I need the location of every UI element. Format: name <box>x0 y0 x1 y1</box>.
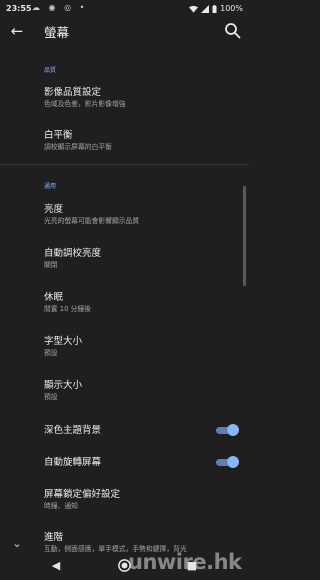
app-bar: ← 螢幕 <box>0 16 249 48</box>
page-title: 螢幕 <box>44 25 70 40</box>
status-icons-right: 100% <box>189 4 243 13</box>
setting-sleep[interactable]: 休眠 閒置 10 分鐘後 <box>44 292 239 314</box>
wifi-icon <box>189 5 199 13</box>
toggle-thumb <box>227 456 239 468</box>
setting-brightness[interactable]: 亮度 光亮的螢幕可能會影響顯示品質 <box>44 204 239 226</box>
section-header-quality: 品質 <box>44 67 57 74</box>
status-time: 23:55 <box>6 4 32 13</box>
setting-lock-screen[interactable]: 屏幕鎖定偏好設定 時鐘、通知 <box>44 489 239 511</box>
setting-subtitle: 色域及色差，影片影像增強 <box>44 100 126 108</box>
setting-title: 字型大小 <box>44 336 83 347</box>
dark-theme-toggle[interactable] <box>216 424 239 436</box>
back-arrow-icon[interactable]: ← <box>7 20 27 42</box>
setting-title: 亮度 <box>44 204 64 215</box>
setting-white-balance[interactable]: 白平衡 調校顯示屏幕的白平衡 <box>44 130 239 152</box>
setting-title: 自動旋轉屏幕 <box>44 457 102 468</box>
setting-subtitle: 時鐘、通知 <box>44 502 78 510</box>
section-divider <box>0 164 249 165</box>
setting-font-size[interactable]: 字型大小 預設 <box>44 336 239 358</box>
battery-icon <box>212 4 217 13</box>
chevron-down-icon[interactable]: ⌄ <box>9 537 25 551</box>
setting-adaptive-brightness[interactable]: 自動調校亮度 關閉 <box>44 248 239 270</box>
setting-title: 屏幕鎖定偏好設定 <box>44 489 121 500</box>
notification-icons: ☁ ◉ ◎ • <box>32 3 88 12</box>
setting-title: 深色主題背景 <box>44 425 102 436</box>
setting-display-size[interactable]: 顯示大小 預設 <box>44 380 239 402</box>
section-header-general: 通用 <box>44 183 57 190</box>
setting-dark-theme[interactable]: 深色主題背景 <box>44 425 239 437</box>
setting-subtitle: 預設 <box>44 393 58 401</box>
setting-subtitle: 光亮的螢幕可能會影響顯示品質 <box>44 217 140 225</box>
toggle-thumb <box>227 424 239 436</box>
setting-title: 自動調校亮度 <box>44 248 102 259</box>
setting-image-quality[interactable]: 影像品質設定 色域及色差，影片影像增強 <box>44 87 239 109</box>
scrollbar[interactable] <box>243 186 246 286</box>
setting-title: 顯示大小 <box>44 380 83 391</box>
signal-icon <box>201 4 210 13</box>
setting-title: 影像品質設定 <box>44 87 102 98</box>
setting-subtitle: 閒置 10 分鐘後 <box>44 305 91 313</box>
setting-subtitle: 調校顯示屏幕的白平衡 <box>44 143 112 151</box>
auto-rotate-toggle[interactable] <box>216 456 239 468</box>
setting-auto-rotate[interactable]: 自動旋轉屏幕 <box>44 457 239 469</box>
setting-title: 進階 <box>44 532 64 543</box>
nav-back-icon[interactable]: ◀ <box>48 559 64 573</box>
setting-subtitle: 關閉 <box>44 261 58 269</box>
battery-text: 100% <box>220 4 243 13</box>
status-bar: 23:55 ☁ ◉ ◎ • 100% <box>0 0 249 16</box>
setting-title: 休眠 <box>44 292 64 303</box>
setting-title: 白平衡 <box>44 130 73 141</box>
watermark: unwire.hk <box>128 550 242 574</box>
search-icon[interactable] <box>223 21 243 41</box>
setting-subtitle: 預設 <box>44 349 58 357</box>
